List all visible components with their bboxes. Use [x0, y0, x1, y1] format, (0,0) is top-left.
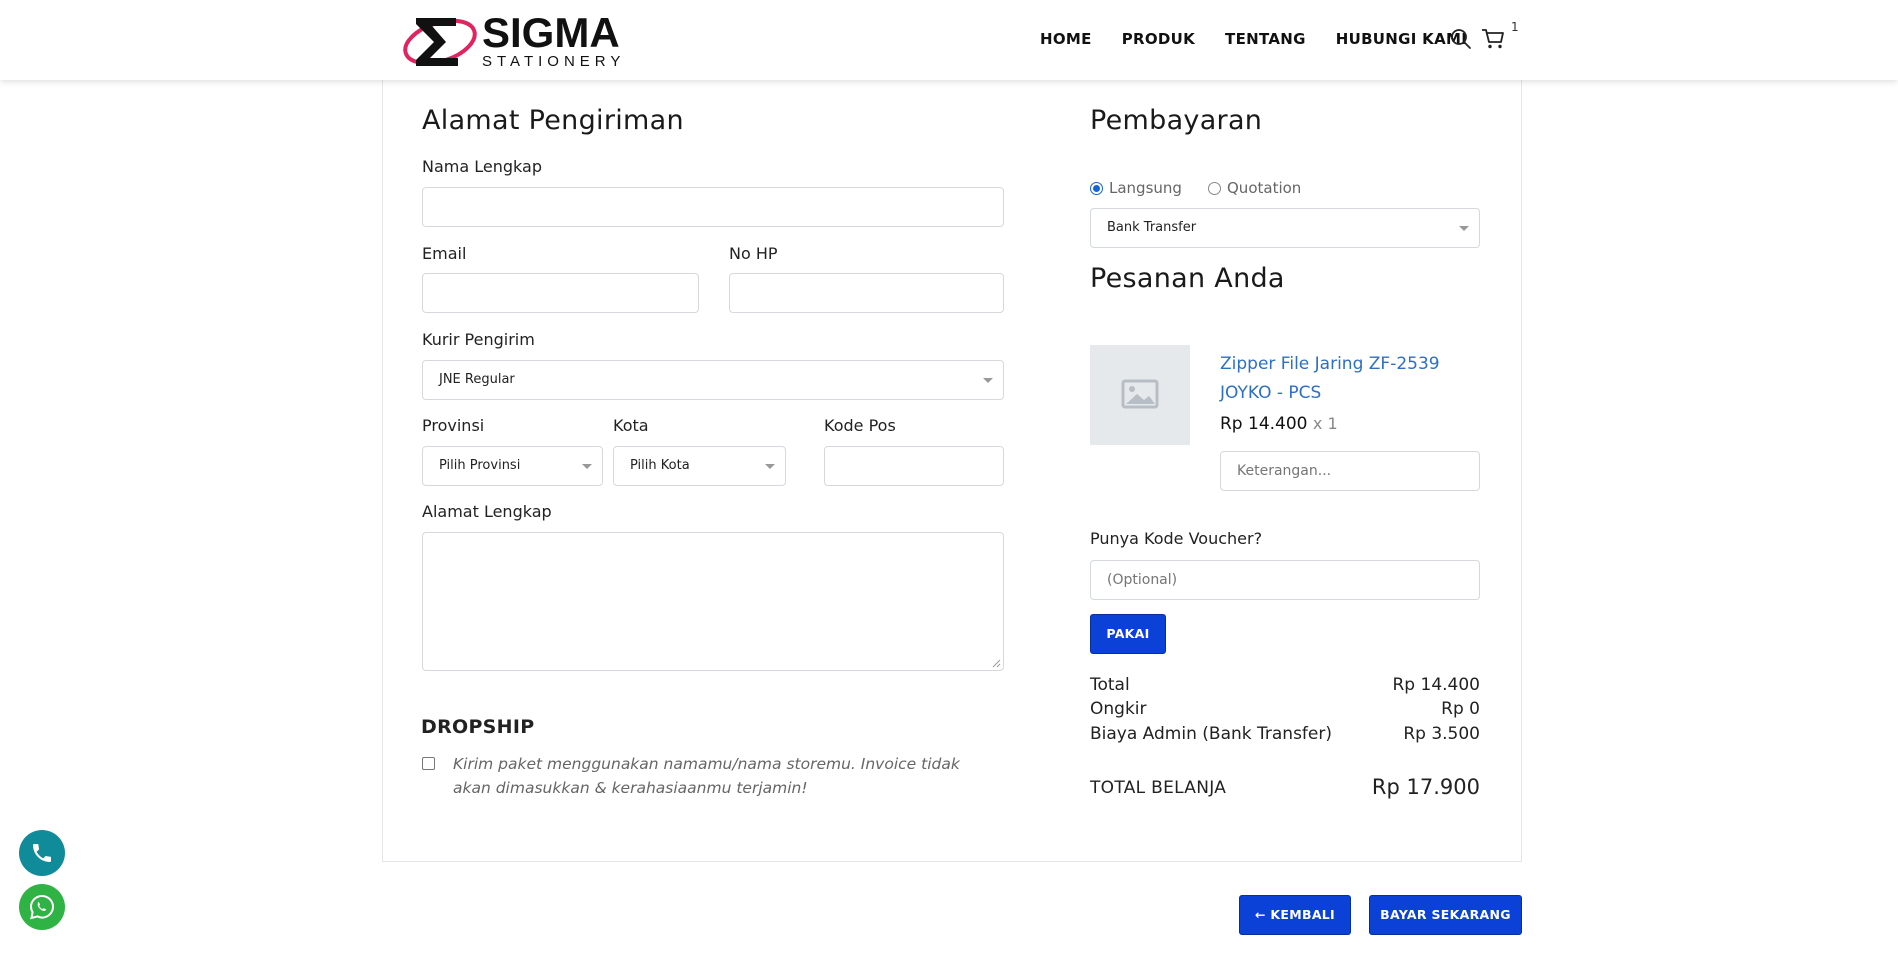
arrow-left-icon: ← — [1254, 907, 1271, 922]
phone-icon — [33, 844, 51, 862]
grand-total-value: Rp 17.900 — [1371, 775, 1480, 799]
search-icon[interactable] — [1450, 28, 1472, 50]
payment-option-label: Langsung — [1109, 179, 1182, 197]
city-select-value: Pilih Kota — [630, 458, 690, 473]
grand-total-label: TOTAL BELANJA — [1090, 778, 1227, 798]
chevron-down-icon — [983, 378, 993, 383]
radio-selected-icon — [1090, 181, 1103, 195]
email-input[interactable] — [422, 273, 699, 313]
back-button[interactable]: ← KEMBALI — [1239, 895, 1351, 935]
summary-total-label: Total — [1090, 675, 1130, 695]
radio-unselected-icon — [1208, 181, 1221, 195]
cart-count-badge: 1 — [1511, 20, 1519, 34]
name-label: Nama Lengkap — [422, 157, 542, 176]
summary-total-value: Rp 14.400 — [1392, 675, 1481, 695]
pay-now-button[interactable]: BAYAR SEKARANG — [1369, 895, 1522, 935]
product-price: Rp 14.400 x 1 — [1220, 414, 1338, 434]
address-textarea[interactable] — [422, 532, 1004, 671]
phone-label: No HP — [729, 244, 778, 263]
logo-tagline: STATIONERY — [482, 53, 625, 70]
nav-produk[interactable]: PRODUK — [1122, 30, 1195, 48]
summary-shipping-label: Ongkir — [1090, 699, 1147, 719]
payment-option-langsung[interactable]: Langsung — [1090, 179, 1182, 197]
courier-select-value: JNE Regular — [439, 372, 515, 387]
shipping-title: Alamat Pengiriman — [422, 105, 684, 136]
summary-admin-fee-value: Rp 3.500 — [1403, 724, 1480, 744]
summary-shipping-value: Rp 0 — [1441, 699, 1480, 719]
dropship-title: DROPSHIP — [421, 716, 535, 738]
phone-input[interactable] — [729, 273, 1004, 313]
postcode-input[interactable] — [824, 446, 1004, 486]
province-select[interactable]: Pilih Provinsi — [422, 446, 603, 486]
city-label: Kota — [613, 416, 649, 435]
chevron-down-icon — [765, 464, 775, 469]
product-note-input[interactable] — [1220, 451, 1480, 491]
voucher-input[interactable] — [1090, 560, 1480, 600]
payment-title: Pembayaran — [1090, 105, 1263, 136]
payment-option-label: Quotation — [1227, 179, 1302, 197]
apply-voucher-button[interactable]: PAKAI — [1090, 614, 1166, 654]
back-button-label: KEMBALI — [1270, 907, 1336, 922]
product-price-value: Rp 14.400 — [1220, 414, 1308, 434]
logo-wordmark: SIGMA — [482, 10, 620, 56]
image-placeholder-icon — [1121, 379, 1159, 409]
nav-home[interactable]: HOME — [1040, 30, 1092, 48]
whatsapp-button[interactable] — [19, 884, 65, 930]
address-label: Alamat Lengkap — [422, 502, 552, 521]
city-select[interactable]: Pilih Kota — [613, 446, 786, 486]
product-name-link[interactable]: Zipper File Jaring ZF-2539 JOYKO - PCS — [1220, 350, 1480, 408]
product-qty: x 1 — [1312, 414, 1338, 433]
courier-label: Kurir Pengirim — [422, 330, 535, 349]
payment-method-select[interactable]: Bank Transfer — [1090, 208, 1480, 248]
sigma-logo[interactable]: SIGMA STATIONERY — [402, 9, 652, 70]
postcode-label: Kode Pos — [824, 416, 896, 435]
site-header: SIGMA STATIONERY HOME PRODUK TENTANG HUB… — [0, 0, 1898, 80]
phone-call-button[interactable] — [19, 830, 65, 876]
dropship-description: Kirim paket menggunakan namamu/nama stor… — [453, 755, 960, 797]
chevron-down-icon — [1459, 226, 1469, 231]
payment-option-quotation[interactable]: Quotation — [1208, 179, 1301, 197]
whatsapp-icon — [29, 894, 55, 920]
payment-method-value: Bank Transfer — [1107, 220, 1197, 235]
email-label: Email — [422, 244, 467, 263]
nav-tentang[interactable]: TENTANG — [1225, 30, 1306, 48]
courier-select[interactable]: JNE Regular — [422, 360, 1004, 400]
order-title: Pesanan Anda — [1090, 263, 1285, 294]
province-label: Provinsi — [422, 416, 485, 435]
summary-admin-fee-label: Biaya Admin (Bank Transfer) — [1090, 724, 1332, 744]
main-nav: HOME PRODUK TENTANG HUBUNGI KAMI — [1040, 30, 1497, 48]
voucher-label: Punya Kode Voucher? — [1090, 529, 1263, 548]
product-thumbnail — [1090, 345, 1190, 445]
resize-grip-icon[interactable] — [991, 658, 1001, 668]
chevron-down-icon — [582, 464, 592, 469]
dropship-checkbox[interactable] — [422, 757, 435, 770]
full-name-input[interactable] — [422, 187, 1004, 227]
province-select-value: Pilih Provinsi — [439, 458, 521, 473]
nav-hubungi-kami[interactable]: HUBUNGI KAMI — [1336, 30, 1467, 48]
cart-icon[interactable] — [1481, 28, 1504, 50]
